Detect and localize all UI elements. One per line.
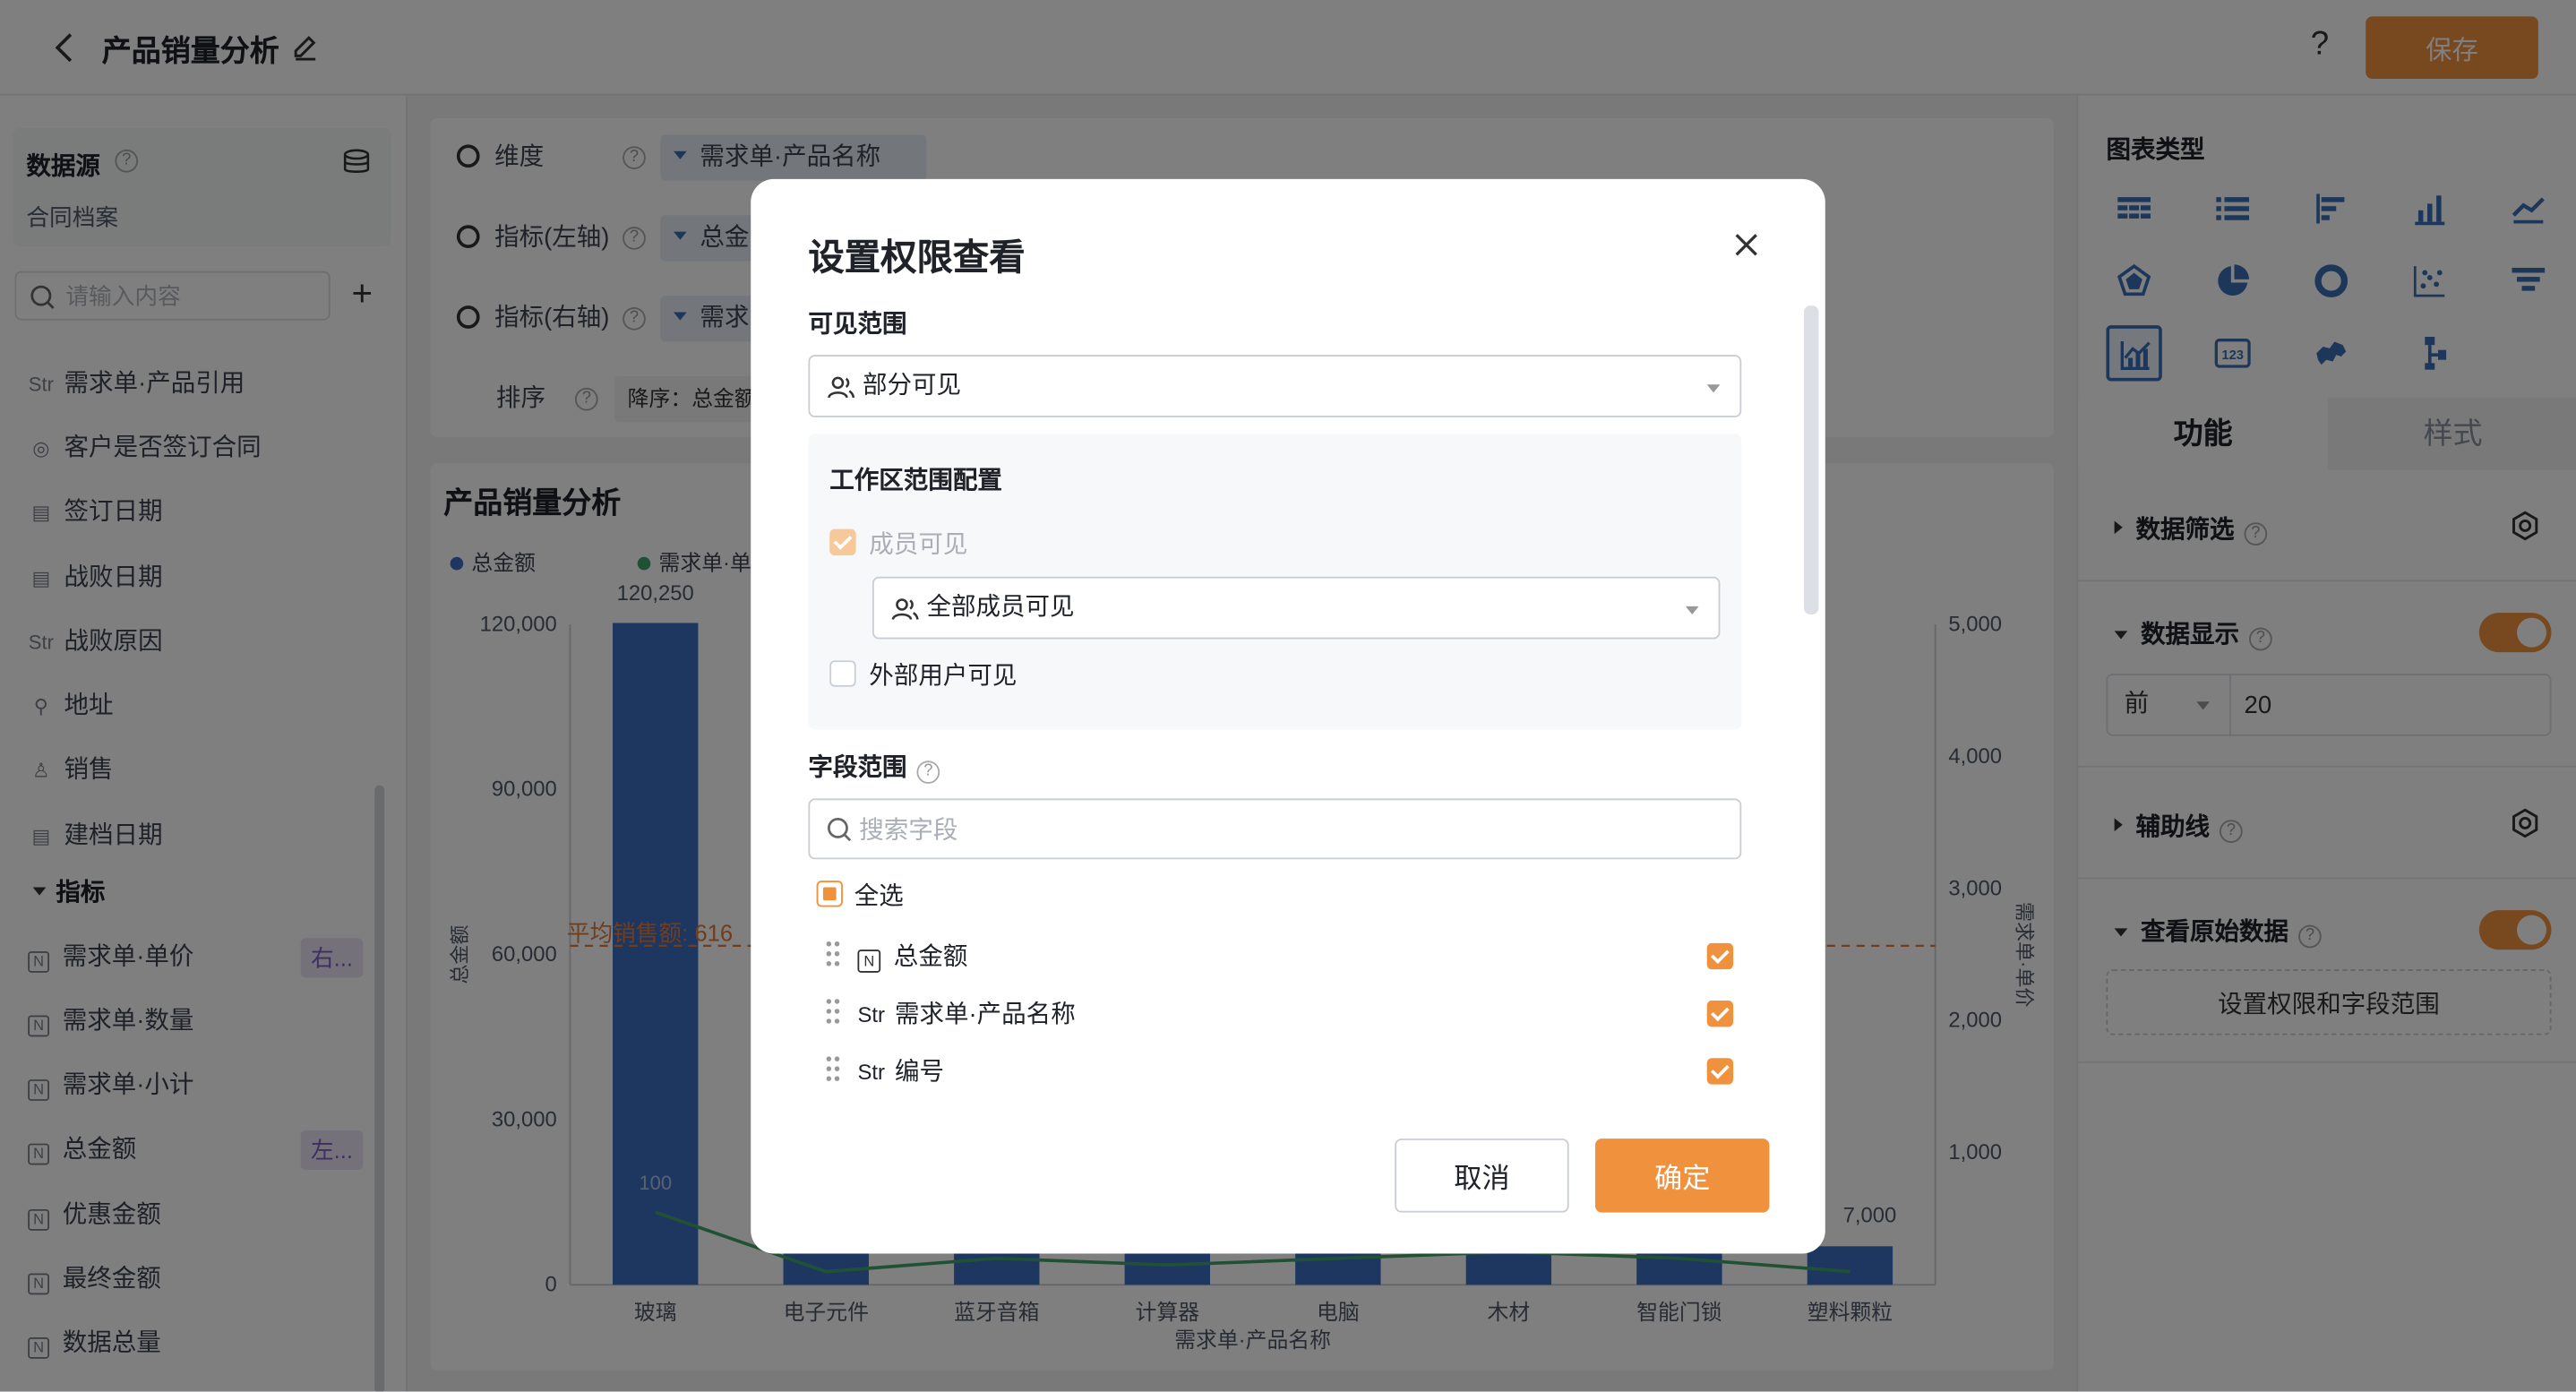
field-checkbox[interactable]: [1706, 1058, 1734, 1085]
field-row-label: Str 需求单·产品名称: [857, 1001, 1076, 1029]
visible-scope-label: 可见范围: [808, 310, 907, 339]
workspace-config-label: 工作区范围配置: [829, 466, 1002, 495]
number-type-icon: N: [857, 949, 881, 973]
member-visible-checkbox: [829, 528, 856, 555]
dialog-title: 设置权限查看: [808, 236, 1026, 278]
field-checkbox[interactable]: [1706, 942, 1734, 970]
dialog-scrollbar[interactable]: [1803, 305, 1819, 614]
string-type-icon: Str: [857, 1060, 885, 1085]
close-icon[interactable]: [1730, 228, 1763, 262]
external-visible-checkbox[interactable]: [829, 660, 856, 687]
field-search-box: [808, 798, 1742, 860]
select-all-label: 全选: [854, 881, 904, 911]
field-search-input[interactable]: [859, 810, 1714, 850]
string-type-icon: Str: [857, 1001, 885, 1027]
users-icon: [828, 376, 855, 399]
drag-handle-icon[interactable]: [826, 1056, 843, 1082]
drag-handle-icon[interactable]: [826, 999, 843, 1025]
field-row-label: N 总金额: [857, 938, 967, 973]
member-scope-select[interactable]: 全部成员可见: [872, 576, 1721, 640]
help-icon[interactable]: ?: [916, 760, 940, 784]
caret-down-icon: [1685, 606, 1699, 614]
workspace-config-box: 工作区范围配置 成员可见 全部成员可见 外部用户可见: [808, 434, 1742, 730]
app-root: 产品销量分析 ? 保存 数据源 ? 合同档案 + Str需求单·产品引用 ◎客户…: [0, 0, 2576, 1392]
field-row-label: Str 编号: [857, 1058, 945, 1087]
search-icon: [827, 817, 852, 842]
caret-down-icon: [1706, 384, 1721, 393]
select-all-checkbox[interactable]: [816, 881, 843, 907]
member-visible-label: 成员可见: [869, 530, 968, 559]
field-scope-label: 字段范围?: [808, 749, 940, 784]
users-icon: [891, 598, 919, 621]
drag-handle-icon[interactable]: [826, 941, 843, 967]
field-checkbox[interactable]: [1706, 1001, 1734, 1027]
cancel-button[interactable]: 取消: [1395, 1139, 1569, 1213]
external-visible-label: 外部用户可见: [869, 662, 1018, 691]
visible-scope-select[interactable]: 部分可见: [808, 355, 1742, 417]
permission-dialog: 设置权限查看 可见范围 部分可见 工作区范围配置 成员可见 全部成员可见 外部用…: [751, 178, 1825, 1254]
confirm-button[interactable]: 确定: [1595, 1139, 1770, 1213]
